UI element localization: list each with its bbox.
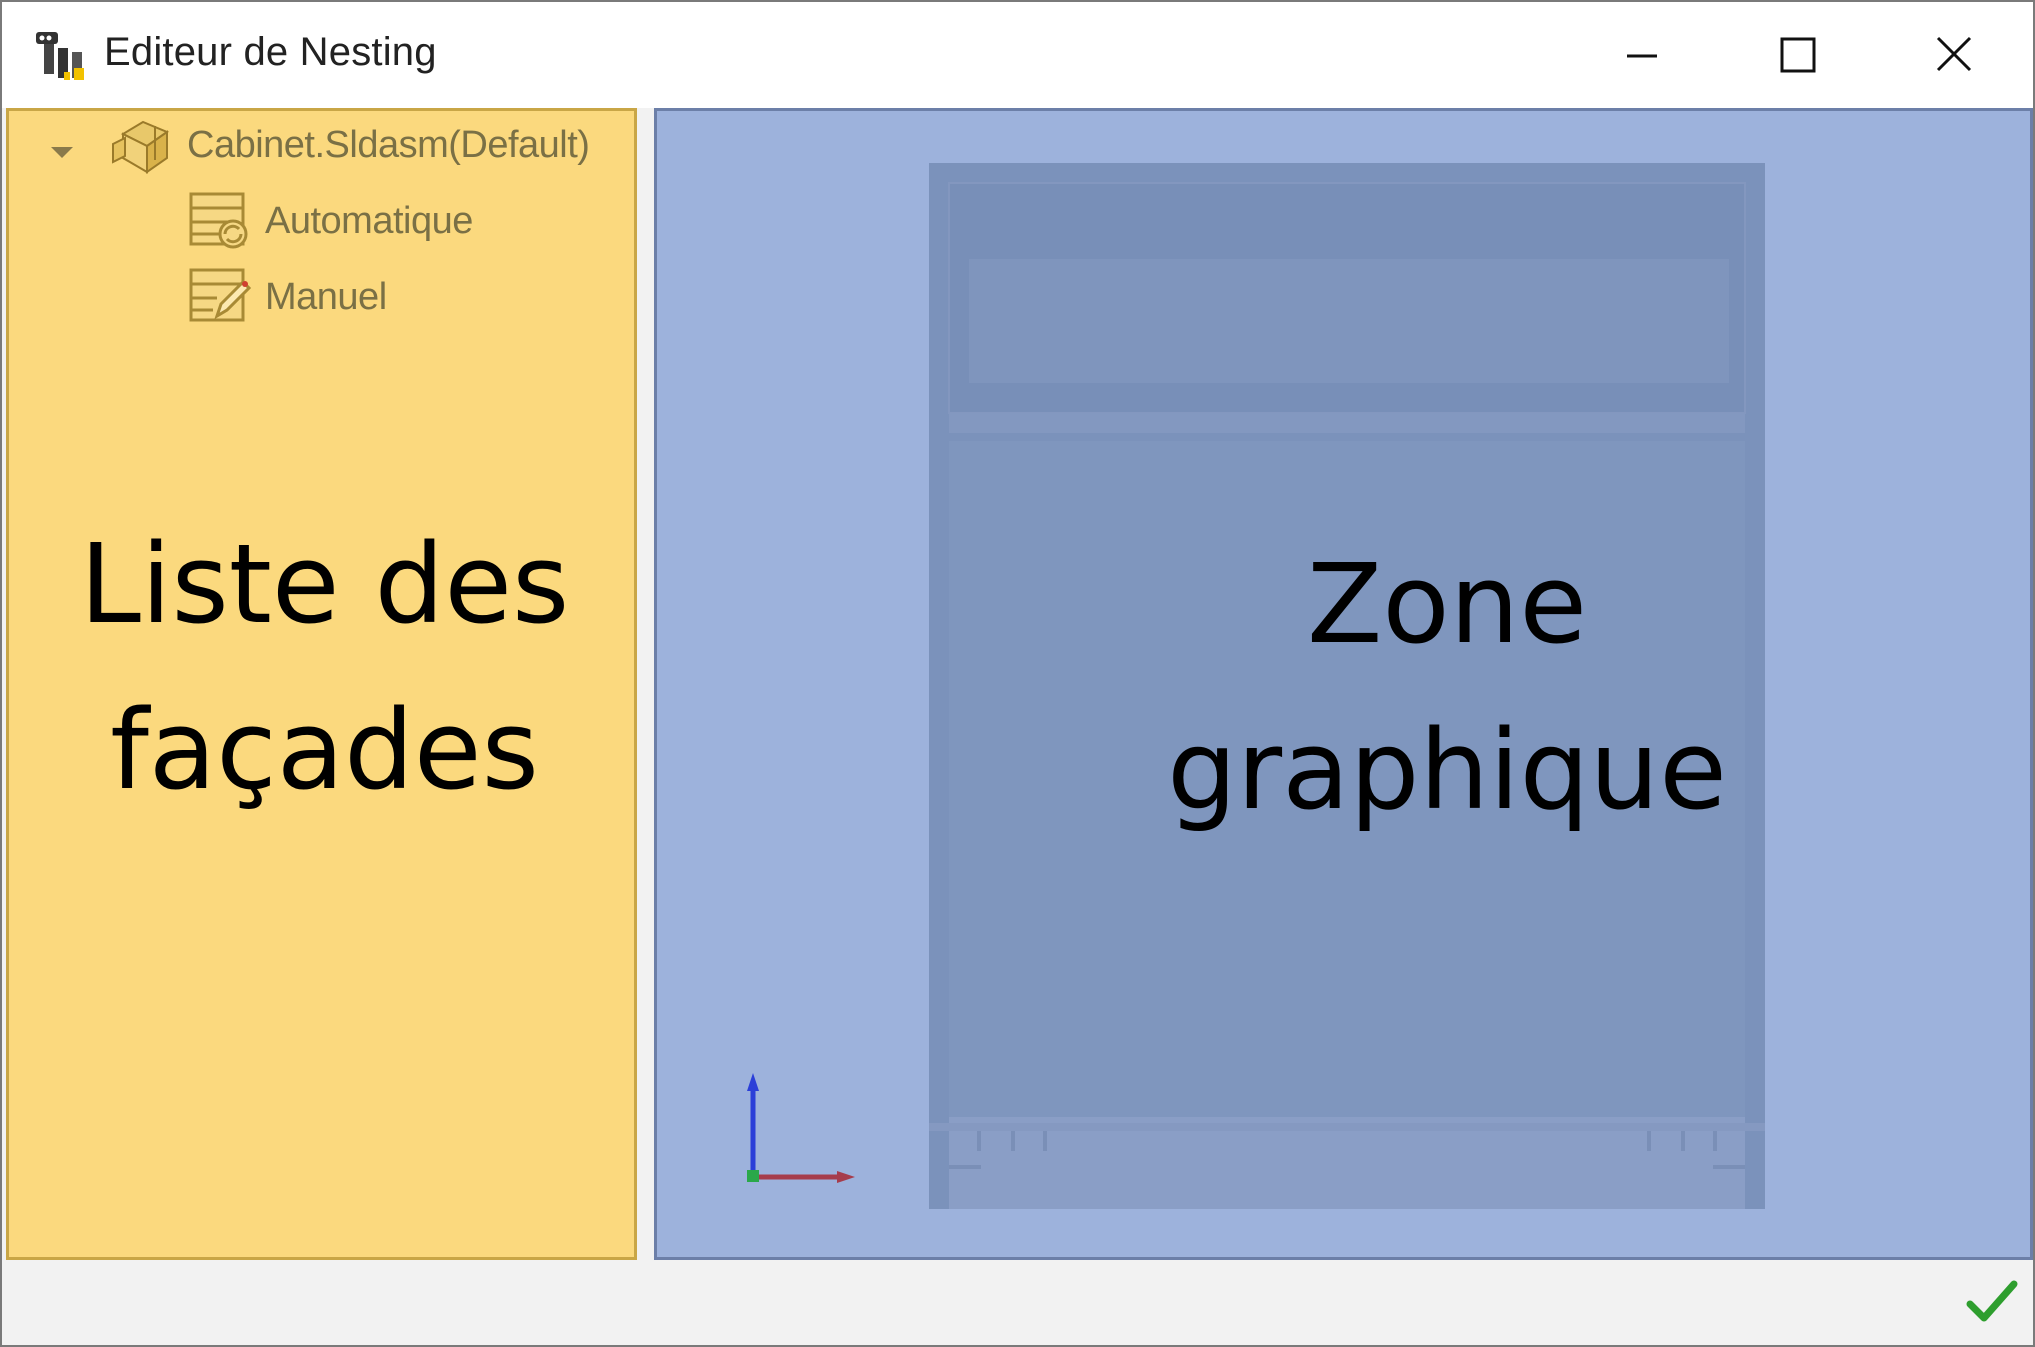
manual-nesting-icon <box>189 268 252 322</box>
nesting-editor-window: Editeur de Nesting Cabinet.Sldasm(Defaul… <box>0 0 2035 1347</box>
caption-line: façades <box>110 686 539 814</box>
axis-triad-icon <box>747 1073 855 1183</box>
tree-item-label: Cabinet.Sldasm(Default) <box>187 123 590 166</box>
tree-item-manuel[interactable]: Manuel <box>187 267 387 327</box>
caption-line: Liste des <box>79 520 570 648</box>
auto-nesting-icon <box>189 192 248 249</box>
status-bar <box>2 1264 2033 1345</box>
facades-list-caption: Liste des façades <box>9 501 640 833</box>
maximize-icon[interactable] <box>1768 28 1828 82</box>
app-icon <box>36 32 84 80</box>
window-title: Editeur de Nesting <box>104 30 437 74</box>
tree-item-label: Automatique <box>265 199 473 242</box>
chevron-down-icon[interactable] <box>47 141 77 163</box>
tree-item-label: Manuel <box>265 275 387 318</box>
caption-line: graphique <box>1167 706 1727 834</box>
facades-tree-panel[interactable]: Cabinet.Sldasm(Default) Automatique Manu… <box>6 108 637 1260</box>
tree-item-root[interactable]: Cabinet.Sldasm(Default) <box>109 115 590 175</box>
graphics-zone[interactable]: Zone graphique <box>654 108 2033 1260</box>
tree-item-automatique[interactable]: Automatique <box>187 191 473 251</box>
minimize-icon[interactable] <box>1612 28 1672 82</box>
title-bar[interactable]: Editeur de Nesting <box>2 2 2033 108</box>
graphics-zone-caption: Zone graphique <box>897 521 1997 853</box>
checkmark-icon[interactable] <box>1964 1276 2020 1326</box>
close-icon[interactable] <box>1924 28 1984 82</box>
caption-line: Zone <box>1306 540 1588 668</box>
assembly-icon <box>112 120 170 174</box>
